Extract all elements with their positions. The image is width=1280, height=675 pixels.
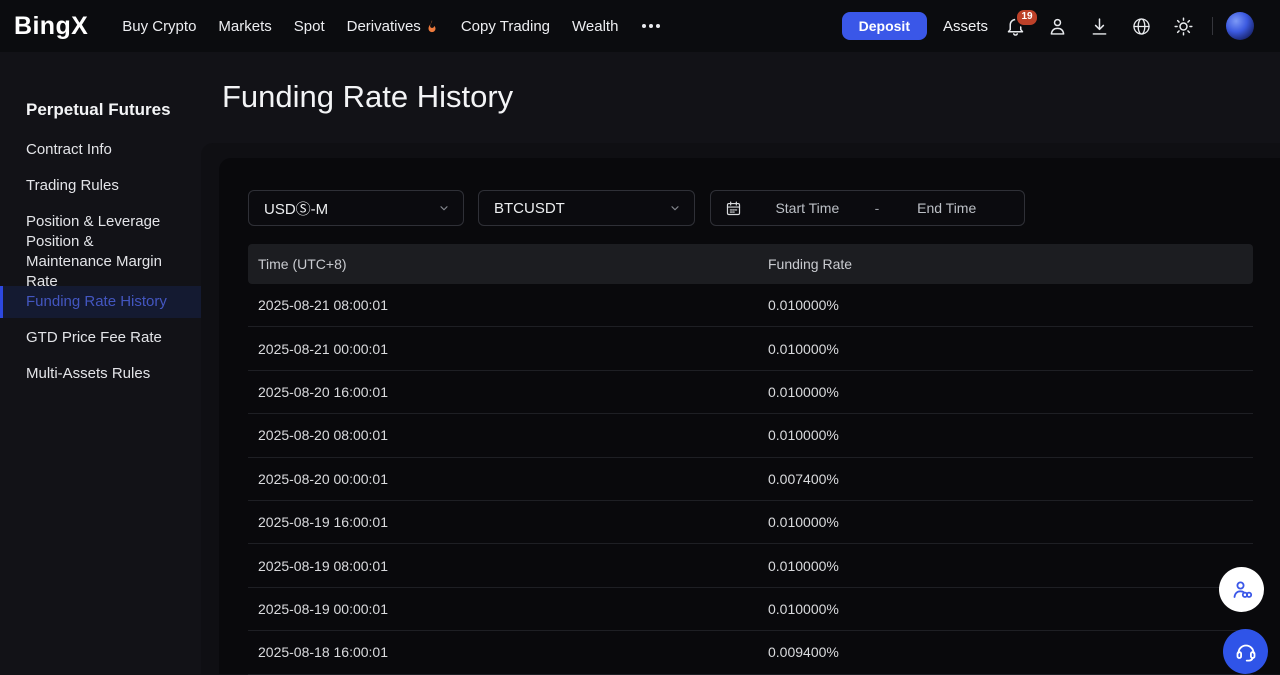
market-type-value: USDⓈ-M xyxy=(264,198,328,219)
deposit-button[interactable]: Deposit xyxy=(842,12,927,40)
nav-item-buy-crypto[interactable]: Buy Crypto xyxy=(122,18,196,35)
date-range-picker[interactable]: Start Time - End Time xyxy=(710,190,1025,226)
funding-rate-cell: 0.010000% xyxy=(758,601,1253,617)
table-row: 2025-08-18 16:00:010.009400% xyxy=(248,631,1253,674)
funding-rate-cell: 0.007400% xyxy=(758,471,1253,487)
notification-badge: 19 xyxy=(1015,8,1039,27)
nav-item-copy-trading[interactable]: Copy Trading xyxy=(461,18,550,35)
notifications-bell-icon[interactable]: 19 xyxy=(1004,15,1027,38)
more-menu-icon[interactable] xyxy=(640,18,662,34)
funding-rate-cell: 0.009400% xyxy=(758,644,1253,660)
table-row: 2025-08-19 00:00:010.010000% xyxy=(248,588,1253,631)
nav-divider xyxy=(1212,17,1213,35)
content-area: Funding Rate History USDⓈ-M BTCUSDT xyxy=(201,52,1280,674)
top-nav: BingX Buy Crypto Markets Spot Derivatives C… xyxy=(0,0,1280,52)
funding-rate-cell: 0.010000% xyxy=(758,514,1253,530)
flame-icon xyxy=(425,19,439,33)
funding-rate-cell: 0.010000% xyxy=(758,558,1253,574)
time-cell: 2025-08-20 08:00:01 xyxy=(248,427,758,443)
filter-bar: USDⓈ-M BTCUSDT Start Time xyxy=(248,190,1253,226)
community-icon xyxy=(1230,578,1254,602)
community-button[interactable] xyxy=(1219,567,1264,612)
avatar[interactable] xyxy=(1226,12,1254,40)
table-row: 2025-08-19 16:00:010.010000% xyxy=(248,501,1253,544)
nav-item-markets[interactable]: Markets xyxy=(218,18,271,35)
nav-icon-group: 19 xyxy=(1004,15,1195,38)
calendar-icon xyxy=(725,200,742,217)
nav-item-label: Spot xyxy=(294,18,325,35)
funding-rate-panel: USDⓈ-M BTCUSDT Start Time xyxy=(219,158,1280,674)
sidebar-item-trading-rules[interactable]: Trading Rules xyxy=(26,168,201,204)
funding-rate-cell: 0.010000% xyxy=(758,427,1253,443)
page-title: Funding Rate History xyxy=(222,79,513,115)
sidebar-list: Contract InfoTrading RulesPosition & Lev… xyxy=(26,132,201,392)
sidebar-item-multi-assets-rules[interactable]: Multi-Assets Rules xyxy=(26,356,201,392)
time-cell: 2025-08-20 00:00:01 xyxy=(248,471,758,487)
user-icon[interactable] xyxy=(1046,15,1069,38)
symbol-select[interactable]: BTCUSDT xyxy=(478,190,695,226)
table-header: Time (UTC+8) Funding Rate xyxy=(248,244,1253,284)
time-cell: 2025-08-19 16:00:01 xyxy=(248,514,758,530)
chevron-down-icon xyxy=(669,202,681,214)
download-app-icon[interactable] xyxy=(1088,15,1111,38)
symbol-value: BTCUSDT xyxy=(494,200,565,217)
table-row: 2025-08-19 08:00:010.010000% xyxy=(248,544,1253,587)
customer-support-button[interactable] xyxy=(1223,629,1268,674)
sidebar: Perpetual Futures Contract InfoTrading R… xyxy=(0,52,201,674)
market-type-select[interactable]: USDⓈ-M xyxy=(248,190,464,226)
time-cell: 2025-08-21 00:00:01 xyxy=(248,341,758,357)
table-row: 2025-08-21 00:00:010.010000% xyxy=(248,327,1253,370)
brand-logo[interactable]: BingX xyxy=(14,12,88,41)
nav-item-label: Wealth xyxy=(572,18,618,35)
end-time-placeholder: End Time xyxy=(881,200,1012,216)
time-cell: 2025-08-19 08:00:01 xyxy=(248,558,758,574)
column-time: Time (UTC+8) xyxy=(248,256,758,272)
table-row: 2025-08-20 16:00:010.010000% xyxy=(248,371,1253,414)
column-funding-rate: Funding Rate xyxy=(758,256,1253,272)
nav-item-label: Derivatives xyxy=(347,18,421,35)
content-panel: USDⓈ-M BTCUSDT Start Time xyxy=(201,143,1280,674)
sidebar-heading: Perpetual Futures xyxy=(26,96,201,124)
funding-rate-cell: 0.010000% xyxy=(758,297,1253,313)
nav-item-derivatives[interactable]: Derivatives xyxy=(347,18,439,35)
nav-item-label: Buy Crypto xyxy=(122,18,196,35)
assets-link[interactable]: Assets xyxy=(943,18,988,35)
funding-rate-cell: 0.010000% xyxy=(758,384,1253,400)
language-globe-icon[interactable] xyxy=(1130,15,1153,38)
funding-rate-table: Time (UTC+8) Funding Rate 2025-08-21 08:… xyxy=(248,244,1253,675)
sidebar-item-contract-info[interactable]: Contract Info xyxy=(26,132,201,168)
sidebar-item-gtd-price-fee-rate[interactable]: GTD Price Fee Rate xyxy=(26,320,201,356)
main-area: Perpetual Futures Contract InfoTrading R… xyxy=(0,52,1280,674)
time-cell: 2025-08-21 08:00:01 xyxy=(248,297,758,313)
table-row: 2025-08-20 00:00:010.007400% xyxy=(248,458,1253,501)
nav-item-label: Markets xyxy=(218,18,271,35)
chevron-down-icon xyxy=(438,202,450,214)
theme-toggle-sun-icon[interactable] xyxy=(1172,15,1195,38)
time-cell: 2025-08-18 16:00:01 xyxy=(248,644,758,660)
time-cell: 2025-08-19 00:00:01 xyxy=(248,601,758,617)
time-cell: 2025-08-20 16:00:01 xyxy=(248,384,758,400)
table-body: 2025-08-21 08:00:010.010000%2025-08-21 0… xyxy=(248,284,1253,675)
main-menu: Buy Crypto Markets Spot Derivatives Copy Tr… xyxy=(122,18,618,35)
funding-rate-cell: 0.010000% xyxy=(758,341,1253,357)
start-time-placeholder: Start Time xyxy=(742,200,873,216)
sidebar-item-position-maintenance-margin-rate[interactable]: Position & Maintenance Margin Rate xyxy=(26,240,201,284)
nav-item-label: Copy Trading xyxy=(461,18,550,35)
table-row: 2025-08-21 08:00:010.010000% xyxy=(248,284,1253,327)
nav-item-wealth[interactable]: Wealth xyxy=(572,18,618,35)
headset-icon xyxy=(1234,640,1258,664)
table-row: 2025-08-20 08:00:010.010000% xyxy=(248,414,1253,457)
range-separator: - xyxy=(873,200,882,216)
nav-item-spot[interactable]: Spot xyxy=(294,18,325,35)
sidebar-item-funding-rate-history[interactable]: Funding Rate History xyxy=(0,286,201,318)
